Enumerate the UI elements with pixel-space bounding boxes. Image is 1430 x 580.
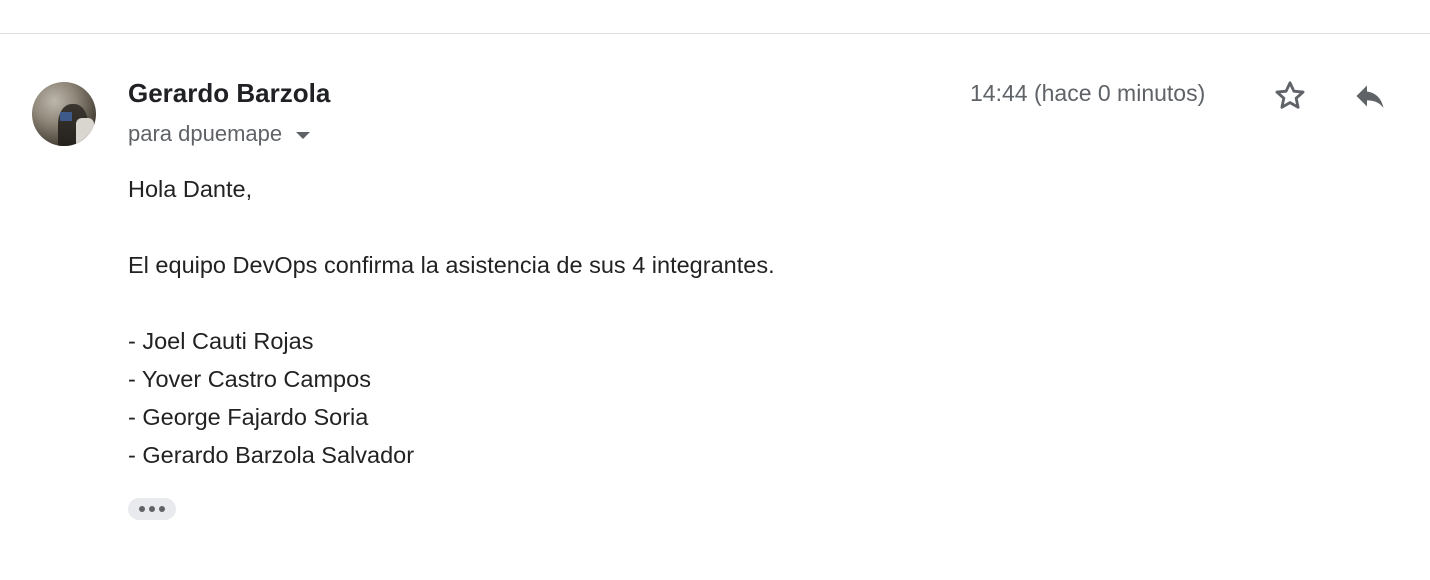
recipient-line: para dpuemape <box>128 121 311 147</box>
reply-icon <box>1356 85 1384 108</box>
reply-button[interactable] <box>1348 74 1392 118</box>
top-divider <box>0 33 1430 34</box>
caret-down-icon[interactable] <box>296 131 311 139</box>
more-horizontal-icon <box>139 506 145 512</box>
member-item: - Yover Castro Campos <box>128 366 371 392</box>
message-body: Hola Dante, El equipo DevOps confirma la… <box>128 170 775 474</box>
sender-avatar[interactable] <box>32 82 96 146</box>
recipient-label: para dpuemape <box>128 121 283 146</box>
star-button[interactable] <box>1268 74 1312 118</box>
message-timestamp: 14:44 (hace 0 minutos) <box>970 80 1206 106</box>
sender-name[interactable]: Gerardo Barzola <box>128 78 330 109</box>
body-greeting: Hola Dante, <box>128 176 253 202</box>
avatar-device-shape <box>60 112 72 121</box>
member-item: - George Fajardo Soria <box>128 404 369 430</box>
member-item: - Gerardo Barzola Salvador <box>128 442 415 468</box>
more-horizontal-icon <box>149 506 155 512</box>
more-horizontal-icon <box>159 506 165 512</box>
star-outline-icon <box>1275 81 1305 109</box>
body-line: El equipo DevOps confirma la asistencia … <box>128 252 775 278</box>
show-trimmed-content-button[interactable] <box>128 498 176 520</box>
member-item: - Joel Cauti Rojas <box>128 328 314 354</box>
avatar-shirt-shape <box>76 118 94 146</box>
